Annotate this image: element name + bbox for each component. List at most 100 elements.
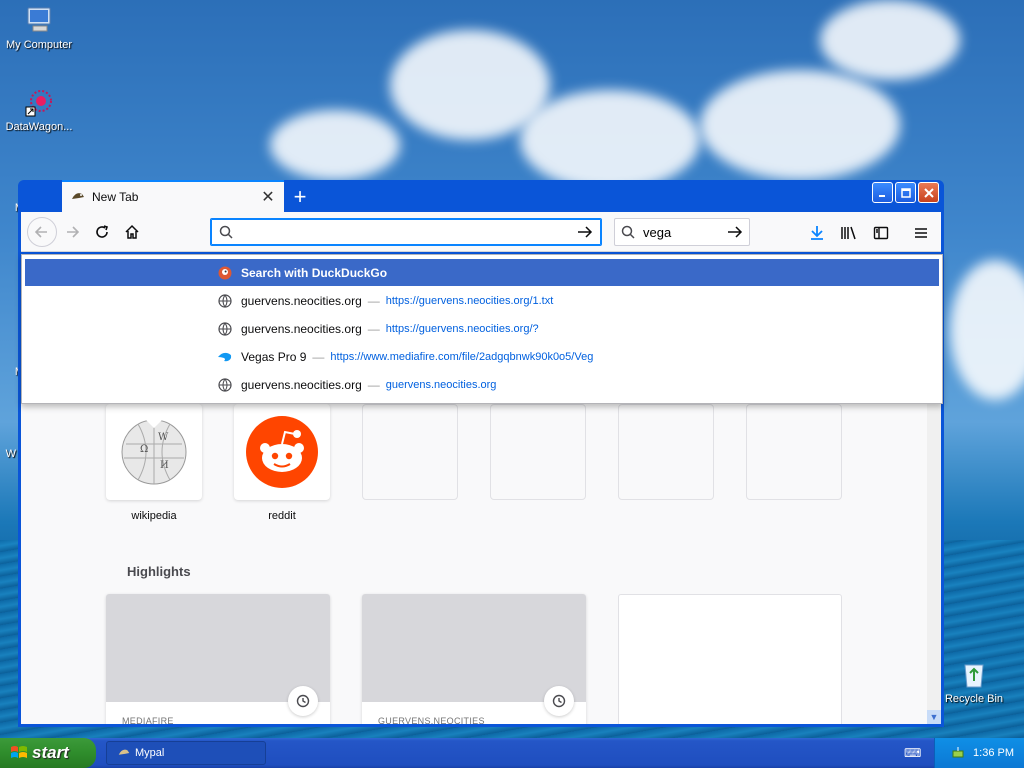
taskbar-item-mypal[interactable]: Mypal <box>106 741 266 765</box>
suggestion-row[interactable]: guervens.neocities.org — guervens.neocit… <box>25 371 939 398</box>
suggestion-row[interactable]: guervens.neocities.org — https://guerven… <box>25 315 939 342</box>
suggestion-search-duckduckgo[interactable]: Search with DuckDuckGo <box>25 259 939 286</box>
partial-icon-label: W <box>5 448 16 460</box>
sidebar-button[interactable] <box>868 220 894 246</box>
wikipedia-globe-icon: Ω W И <box>121 414 187 485</box>
suggestion-title: guervens.neocities.org <box>241 321 362 336</box>
suggestion-separator: — <box>367 293 380 308</box>
clock: 1:36 PM <box>973 747 1014 759</box>
suggestion-title: guervens.neocities.org <box>241 293 362 308</box>
highlight-thumbnail <box>106 594 330 702</box>
globe-icon <box>217 377 233 393</box>
clock-icon <box>288 686 318 716</box>
search-go-arrow-icon[interactable] <box>727 225 743 239</box>
minimize-button[interactable] <box>872 182 893 203</box>
my-computer-icon[interactable]: My Computer <box>0 4 78 51</box>
toolbar-right <box>804 220 934 246</box>
taskbar-item-label: Mypal <box>135 747 165 759</box>
suggestion-url: https://guervens.neocities.org/1.txt <box>385 294 554 307</box>
highlight-thumbnail <box>362 594 586 702</box>
empty-top-site <box>490 404 586 500</box>
datawagon-icon <box>23 86 55 118</box>
svg-text:W: W <box>158 432 169 443</box>
safely-remove-icon[interactable] <box>951 746 965 760</box>
library-button[interactable] <box>836 220 862 246</box>
empty-top-site <box>362 404 458 500</box>
title-bar: New Tab ✕ + <box>21 180 941 212</box>
reddit-icon <box>246 416 318 488</box>
sidebar-icon <box>873 226 889 240</box>
start-button[interactable]: start <box>0 738 96 768</box>
home-icon <box>125 224 139 239</box>
highlight-card[interactable]: MEDIAFIRE <box>106 594 330 724</box>
url-bar[interactable] <box>210 218 602 246</box>
empty-top-site <box>746 404 842 500</box>
tab-close-icon[interactable]: ✕ <box>260 187 276 207</box>
suggestion-row[interactable]: guervens.neocities.org — https://guerven… <box>25 287 939 314</box>
reload-button[interactable] <box>87 217 117 247</box>
suggestion-title: Search with DuckDuckGo <box>241 265 388 280</box>
mediafire-icon <box>217 349 233 365</box>
my-computer-label: My Computer <box>5 39 73 51</box>
empty-top-site <box>618 404 714 500</box>
keyboard-icon[interactable]: ⌨ <box>904 746 921 760</box>
windows-logo-icon <box>11 746 27 758</box>
highlight-source: GUERVENS.NEOCITIES <box>378 716 485 724</box>
top-site-label: wikipedia <box>131 510 177 522</box>
menu-button[interactable] <box>908 220 934 246</box>
duckduckgo-icon <box>217 265 233 281</box>
top-site-wikipedia[interactable]: Ω W И <box>106 404 202 500</box>
reload-icon <box>96 224 109 238</box>
forward-arrow-icon <box>67 225 79 238</box>
url-suggestions-popup: Search with DuckDuckGo guervens.neocitie… <box>21 254 943 404</box>
suggestion-separator: — <box>367 377 380 392</box>
mypal-icon <box>118 749 130 755</box>
svg-text:И: И <box>160 460 169 471</box>
recycle-bin-glyph <box>958 658 990 690</box>
recycle-bin-icon[interactable]: Recycle Bin <box>935 658 1013 705</box>
tab-title: New Tab <box>92 190 139 204</box>
library-icon <box>841 226 856 240</box>
scroll-down-arrow-icon[interactable]: ▼ <box>927 710 941 724</box>
globe-icon <box>217 293 233 309</box>
globe-icon <box>217 321 233 337</box>
back-arrow-icon <box>35 225 47 238</box>
suggestion-url: https://guervens.neocities.org/? <box>385 322 539 335</box>
suggestion-separator: — <box>367 321 380 336</box>
recycle-bin-label: Recycle Bin <box>944 693 1004 705</box>
suggestion-url: https://www.mediafire.com/file/2adgqbnwk… <box>330 350 594 363</box>
empty-highlight-card <box>618 594 842 724</box>
highlight-card[interactable]: GUERVENS.NEOCITIES <box>362 594 586 724</box>
datawagon-shortcut[interactable]: DataWagon... <box>0 86 78 133</box>
search-icon <box>219 225 233 239</box>
tab-new-tab[interactable]: New Tab ✕ <box>62 180 284 212</box>
suggestion-separator: — <box>312 349 325 364</box>
hamburger-menu-icon <box>915 228 927 238</box>
system-tray: 1:36 PM <box>934 738 1024 768</box>
suggestion-row[interactable]: Vegas Pro 9 — https://www.mediafire.com/… <box>25 343 939 370</box>
url-input[interactable] <box>241 224 577 240</box>
taskbar: start Mypal ⌨ 1:36 PM <box>0 738 1024 768</box>
new-tab-button[interactable]: + <box>284 182 316 212</box>
window-controls <box>872 182 939 203</box>
download-icon <box>811 226 823 240</box>
home-button[interactable] <box>117 217 147 247</box>
close-window-button[interactable] <box>918 182 939 203</box>
start-label: start <box>32 743 69 762</box>
maximize-button[interactable] <box>895 182 916 203</box>
highlights-heading: Highlights <box>127 564 191 579</box>
highlight-source: MEDIAFIRE <box>122 716 174 724</box>
suggestion-url: guervens.neocities.org <box>385 378 497 391</box>
downloads-button[interactable] <box>804 220 830 246</box>
mypal-favicon-icon <box>70 189 86 205</box>
go-arrow-icon[interactable] <box>577 225 593 239</box>
forward-button[interactable] <box>57 217 87 247</box>
search-icon <box>621 225 635 239</box>
computer-icon <box>23 4 55 36</box>
back-button[interactable] <box>27 216 57 247</box>
search-bar[interactable] <box>614 218 750 246</box>
top-site-reddit[interactable] <box>234 404 330 500</box>
datawagon-label: DataWagon... <box>5 121 73 133</box>
search-input[interactable] <box>643 224 727 240</box>
svg-text:Ω: Ω <box>140 444 148 455</box>
